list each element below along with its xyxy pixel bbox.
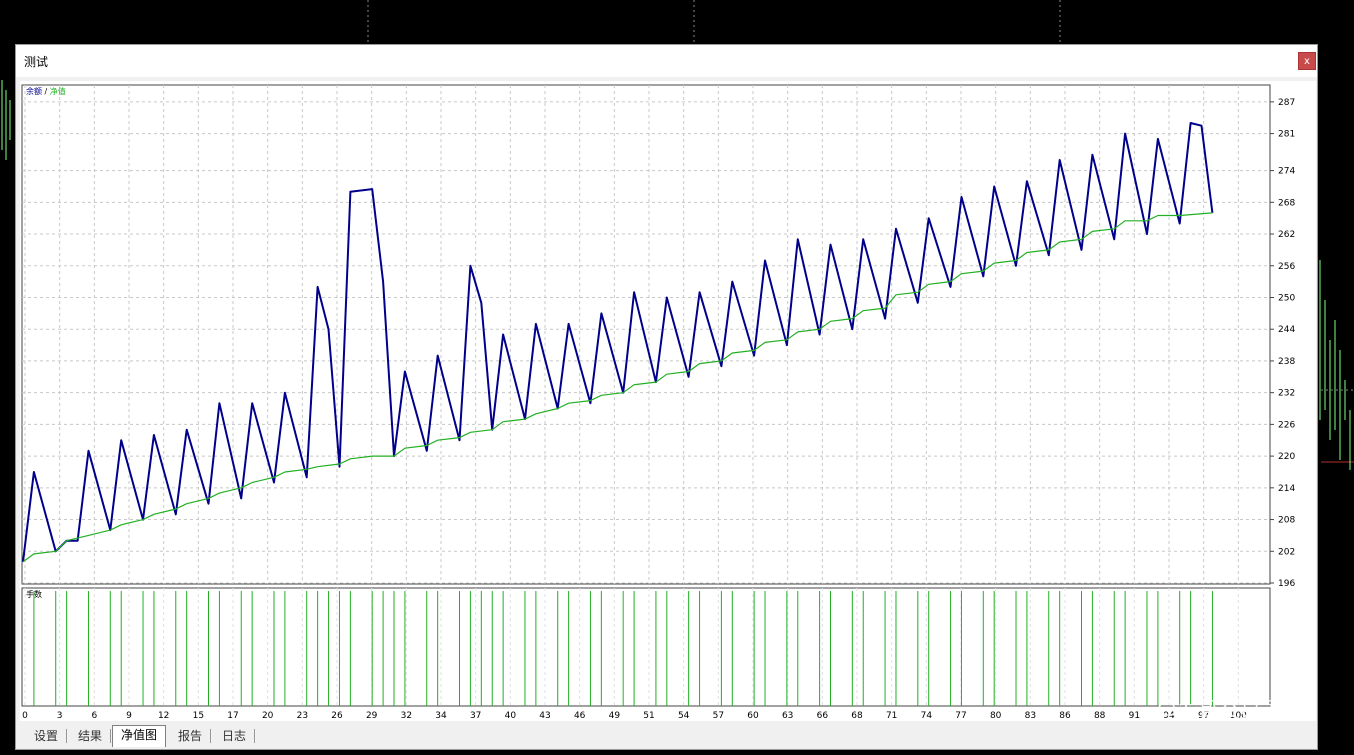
y-tick-label: 281 [1278, 130, 1295, 140]
volume-panel [21, 587, 1271, 707]
x-tick-label: 32 [401, 711, 412, 721]
x-tick-label: 54 [678, 711, 690, 721]
main-panel [21, 84, 1271, 585]
x-tick-label: 9 [126, 711, 132, 721]
tab-separator [110, 729, 111, 743]
y-tick-label: 268 [1278, 198, 1295, 208]
tab-settings[interactable]: 设置 [26, 727, 66, 745]
x-tick-label: 71 [886, 711, 897, 721]
y-tick-label: 196 [1278, 579, 1295, 589]
x-tick-label: 0 [22, 711, 28, 721]
x-tick-label: 17 [227, 711, 238, 721]
x-tick-label: 63 [782, 711, 793, 721]
x-tick-label: 40 [505, 711, 517, 721]
tab-report[interactable]: 报告 [170, 727, 210, 745]
x-tick-label: 6 [91, 711, 97, 721]
x-tick-label: 74 [921, 711, 933, 721]
x-tick-label: 80 [990, 711, 1002, 721]
x-tick-label: 60 [747, 711, 759, 721]
tab-equity-chart[interactable]: 净值图 [112, 725, 167, 747]
x-tick-label: 86 [1059, 711, 1071, 721]
y-tick-label: 208 [1278, 516, 1295, 526]
y-tick-label: 220 [1278, 452, 1295, 462]
x-tick-label: 15 [193, 711, 204, 721]
tab-journal[interactable]: 日志 [214, 727, 254, 745]
x-tick-label: 29 [366, 711, 378, 721]
chart-legend: 余额 / 净值 [26, 86, 66, 96]
y-tick-label: 232 [1278, 389, 1295, 399]
y-tick-label: 202 [1278, 547, 1295, 557]
y-tick-label: 214 [1278, 484, 1295, 494]
x-tick-label: 68 [851, 711, 863, 721]
tab-separator [254, 729, 255, 743]
y-tick-label: 262 [1278, 230, 1295, 240]
x-tick-label: 34 [435, 711, 447, 721]
legend-equity: 净值 [50, 86, 66, 96]
title-bar: 测试 x [16, 45, 1317, 77]
tab-separator [66, 729, 67, 743]
legend-balance: 余额 [26, 86, 45, 96]
tab-separator [210, 729, 211, 743]
watermark: @发哥交易员 [1156, 698, 1282, 722]
chart-svg: 196 202 208 214 220 226 232 238 244 250 256 262 268 2… [21, 84, 1295, 721]
y-tick-label: 250 [1278, 293, 1295, 303]
y-tick-label: 226 [1278, 420, 1295, 430]
y-tick-label: 274 [1278, 167, 1295, 177]
x-tick-label: 12 [158, 711, 169, 721]
tab-bar: 设置 结果 净值图 报告 日志 [20, 725, 1316, 747]
window-title: 测试 [24, 55, 49, 69]
y-tick-label: 244 [1278, 325, 1295, 335]
equity-chart: 196 202 208 214 220 226 232 238 244 250 256 262 268 2… [20, 81, 1316, 721]
x-tick-label: 37 [470, 711, 481, 721]
x-tick-label: 26 [331, 711, 343, 721]
x-tick-label: 77 [955, 711, 966, 721]
x-tick-label: 43 [539, 711, 550, 721]
x-tick-label: 88 [1094, 711, 1106, 721]
close-button[interactable]: x [1298, 52, 1316, 70]
x-tick-label: 46 [574, 711, 586, 721]
x-tick-label: 83 [1025, 711, 1036, 721]
tester-dialog: 测试 x 196 202 208 214 220 226 232 238 244 250 256 26… [15, 44, 1318, 750]
x-tick-label: 20 [262, 711, 274, 721]
y-tick-label: 238 [1278, 357, 1295, 367]
x-tick-label: 23 [297, 711, 308, 721]
x-tick-label: 91 [1129, 711, 1140, 721]
x-tick-label: 57 [713, 711, 724, 721]
y-tick-label: 256 [1278, 262, 1295, 272]
x-tick-label: 66 [817, 711, 829, 721]
x-tick-label: 51 [643, 711, 654, 721]
y-tick-label: 287 [1278, 98, 1295, 108]
x-tick-label: 3 [57, 711, 63, 721]
x-tick-label: 49 [609, 711, 621, 721]
tab-results[interactable]: 结果 [70, 727, 110, 745]
